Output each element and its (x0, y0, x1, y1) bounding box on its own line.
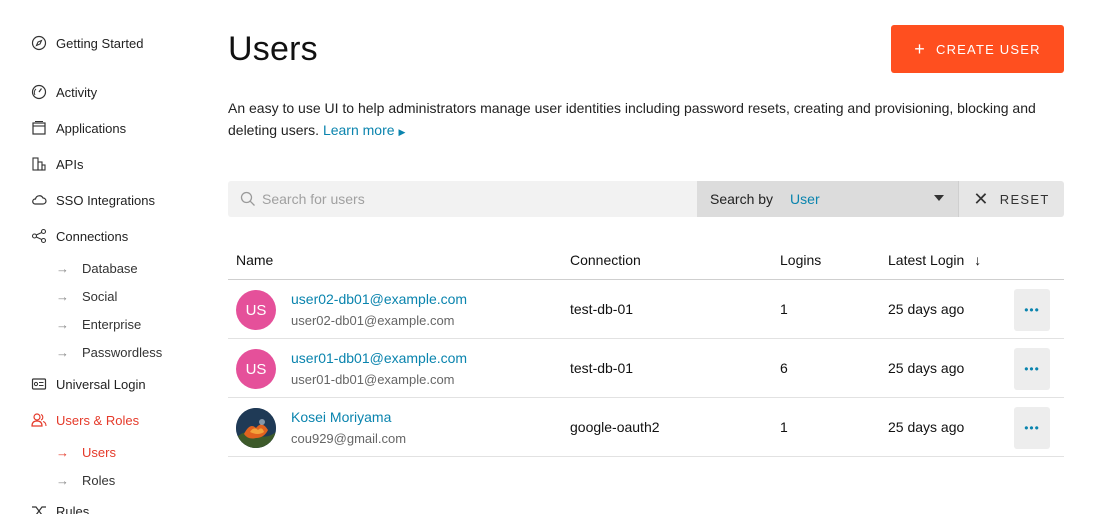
gauge-icon (30, 83, 48, 101)
sidebar-item-users-roles[interactable]: Users & Roles (30, 409, 139, 431)
sidebar-item-label: Getting Started (56, 35, 144, 51)
sidebar-sub-item-label: Social (82, 288, 118, 304)
cloud-icon (30, 191, 48, 209)
search-box (228, 181, 697, 217)
table-row: US user02-db01@example.com user02-db01@e… (228, 280, 1064, 339)
connections-icon (30, 227, 48, 245)
user-email: cou929@gmail.com (291, 431, 407, 446)
universal-login-icon (30, 375, 48, 393)
sidebar-sub-item-database[interactable]: → Database (56, 258, 138, 278)
search-by-label: Search by (710, 191, 774, 207)
arrow-right-icon: → (56, 288, 69, 304)
user-latest-login: 25 days ago (888, 301, 965, 317)
user-connection: test-db-01 (570, 301, 634, 317)
sidebar-item-label: SSO Integrations (56, 192, 155, 208)
sidebar-sub-item-label: Roles (82, 472, 116, 488)
user-latest-login: 25 days ago (888, 360, 965, 376)
sidebar-sub-item-label: Database (82, 260, 138, 276)
caret-down-icon (934, 195, 944, 201)
column-header-label: Latest Login (888, 252, 965, 268)
sidebar-item-label: Activity (56, 84, 98, 100)
table-row: US user01-db01@example.com user01-db01@e… (228, 339, 1064, 398)
user-connection: test-db-01 (570, 360, 634, 376)
search-icon (240, 191, 255, 206)
sidebar-item-sso-integrations[interactable]: SSO Integrations (30, 189, 155, 211)
arrow-right-icon: → (56, 316, 69, 332)
create-user-label: CREATE USER (936, 41, 1041, 57)
user-email: user01-db01@example.com (291, 372, 455, 387)
page-title: Users (228, 30, 318, 68)
more-icon: ••• (1024, 421, 1040, 435)
column-header-logins[interactable]: Logins (780, 252, 821, 268)
apis-icon (30, 155, 48, 173)
avatar-photo (236, 408, 276, 448)
sidebar-item-applications[interactable]: Applications (30, 117, 126, 139)
more-actions-button[interactable]: ••• (1014, 407, 1050, 449)
sidebar-item-label: Rules (56, 503, 90, 514)
arrow-right-icon: → (56, 472, 69, 488)
close-icon: ✕ (973, 188, 990, 209)
more-icon: ••• (1024, 362, 1040, 376)
sidebar-item-activity[interactable]: Activity (30, 81, 97, 103)
sidebar-item-connections[interactable]: Connections (30, 225, 128, 247)
user-name-link[interactable]: Kosei Moriyama (291, 409, 391, 425)
sidebar-sub-item-users[interactable]: → Users (56, 442, 116, 462)
table-row: Kosei Moriyama cou929@gmail.com google-o… (228, 398, 1064, 457)
user-logins: 1 (780, 301, 788, 317)
sidebar-item-getting-started[interactable]: Getting Started (30, 32, 143, 54)
search-input[interactable] (262, 191, 662, 207)
sidebar-sub-item-label: Users (82, 444, 116, 460)
arrow-right-icon: → (56, 444, 69, 460)
rules-icon (30, 502, 48, 514)
search-by-dropdown[interactable]: Search by User (697, 181, 958, 217)
user-logins: 1 (780, 419, 788, 435)
learn-more-link[interactable]: Learn more (323, 122, 395, 138)
sidebar-item-label: APIs (56, 156, 84, 172)
avatar-photo-image (236, 408, 276, 448)
reset-label: RESET (999, 191, 1050, 207)
sidebar-sub-item-enterprise[interactable]: → Enterprise (56, 314, 141, 334)
sidebar-sub-item-passwordless[interactable]: → Passwordless (56, 342, 162, 362)
search-by-value: User (790, 191, 820, 207)
sidebar-item-universal-login[interactable]: Universal Login (30, 373, 146, 395)
search-bar: Search by User ✕ RESET (228, 181, 1064, 217)
users-icon (30, 411, 48, 429)
user-logins: 6 (780, 360, 788, 376)
sort-down-icon: ↓ (974, 252, 982, 268)
more-actions-button[interactable]: ••• (1014, 289, 1050, 331)
user-connection: google-oauth2 (570, 419, 660, 435)
more-icon: ••• (1024, 303, 1040, 317)
arrow-right-icon: → (56, 344, 69, 360)
sidebar-item-label: Users & Roles (56, 412, 140, 428)
sidebar-item-label: Universal Login (56, 376, 146, 392)
user-name-link[interactable]: user01-db01@example.com (291, 350, 467, 366)
sidebar-item-label: Applications (56, 120, 127, 136)
more-actions-button[interactable]: ••• (1014, 348, 1050, 390)
column-header-connection[interactable]: Connection (570, 252, 641, 268)
applications-icon (30, 119, 48, 137)
sidebar-sub-item-label: Enterprise (82, 316, 142, 332)
sidebar-item-rules[interactable]: Rules (30, 500, 89, 514)
column-header-name[interactable]: Name (236, 252, 273, 268)
user-email: user02-db01@example.com (291, 313, 455, 328)
user-name-link[interactable]: user02-db01@example.com (291, 291, 467, 307)
plus-icon: + (914, 38, 926, 59)
column-header-latest-login[interactable]: Latest Login ↓ (888, 252, 981, 268)
triangle-right-icon: ▶ (398, 127, 406, 137)
sidebar-sub-item-social[interactable]: → Social (56, 286, 117, 306)
create-user-button[interactable]: + CREATE USER (891, 25, 1064, 73)
sidebar-item-apis[interactable]: APIs (30, 153, 83, 175)
page-description: An easy to use UI to help administrators… (228, 97, 1068, 143)
sidebar-sub-item-label: Passwordless (82, 344, 163, 360)
sidebar-item-label: Connections (56, 228, 129, 244)
user-latest-login: 25 days ago (888, 419, 965, 435)
avatar: US (236, 349, 276, 389)
sidebar-sub-item-roles[interactable]: → Roles (56, 470, 115, 490)
compass-icon (30, 34, 48, 52)
sidebar: Getting Started Activity Applications AP… (0, 0, 210, 514)
reset-button[interactable]: ✕ RESET (958, 181, 1064, 217)
avatar: US (236, 290, 276, 330)
arrow-right-icon: → (56, 260, 69, 276)
